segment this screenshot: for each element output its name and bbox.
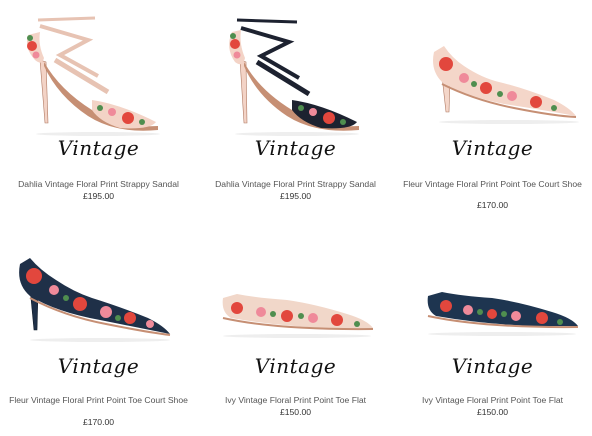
product-grid: Vintage Dahlia Vintage Floral Print Stra… [0,0,592,436]
product-name[interactable]: Fleur Vintage Floral Print Point Toe Cou… [8,395,189,406]
product-card[interactable]: Vintage Ivy Vintage Floral Print Point T… [394,218,591,436]
product-price: £150.00 [476,407,509,417]
product-name[interactable]: Dahlia Vintage Floral Print Strappy Sand… [8,179,189,190]
vintage-logo: Vintage [451,354,534,378]
product-image[interactable] [394,218,591,358]
product-card[interactable]: Vintage Ivy Vintage Floral Print Point T… [197,218,394,436]
product-image[interactable] [0,0,197,140]
vintage-logo: Vintage [254,136,337,160]
product-card[interactable]: Vintage Fleur Vintage Floral Print Point… [394,0,591,218]
product-price: £195.00 [279,191,312,201]
court-shoe-image [433,46,579,124]
point-toe-flat-image [222,294,374,338]
product-price: £170.00 [82,417,115,427]
product-name[interactable]: Ivy Vintage Floral Print Point Toe Flat [402,395,583,406]
product-price: £150.00 [279,407,312,417]
product-card[interactable]: Vintage Fleur Vintage Floral Print Point… [0,218,197,436]
strappy-sandal-image [26,16,160,136]
vintage-logo: Vintage [57,354,140,378]
product-card[interactable]: Vintage Dahlia Vintage Floral Print Stra… [197,0,394,218]
product-name[interactable]: Fleur Vintage Floral Print Point Toe Cou… [402,179,583,190]
product-image[interactable] [0,218,197,358]
product-name[interactable]: Ivy Vintage Floral Print Point Toe Flat [205,395,386,406]
product-image[interactable] [197,0,394,140]
vintage-logo: Vintage [254,354,337,378]
product-price: £170.00 [476,200,509,210]
product-image[interactable] [394,0,591,140]
product-price: £195.00 [82,191,115,201]
vintage-logo: Vintage [451,136,534,160]
product-card[interactable]: Vintage Dahlia Vintage Floral Print Stra… [0,0,197,218]
product-name[interactable]: Dahlia Vintage Floral Print Strappy Sand… [205,179,386,190]
vintage-logo: Vintage [57,136,140,160]
point-toe-flat-image [427,292,579,336]
court-shoe-image [19,258,171,342]
strappy-sandal-image [229,18,359,136]
product-image[interactable] [197,218,394,358]
